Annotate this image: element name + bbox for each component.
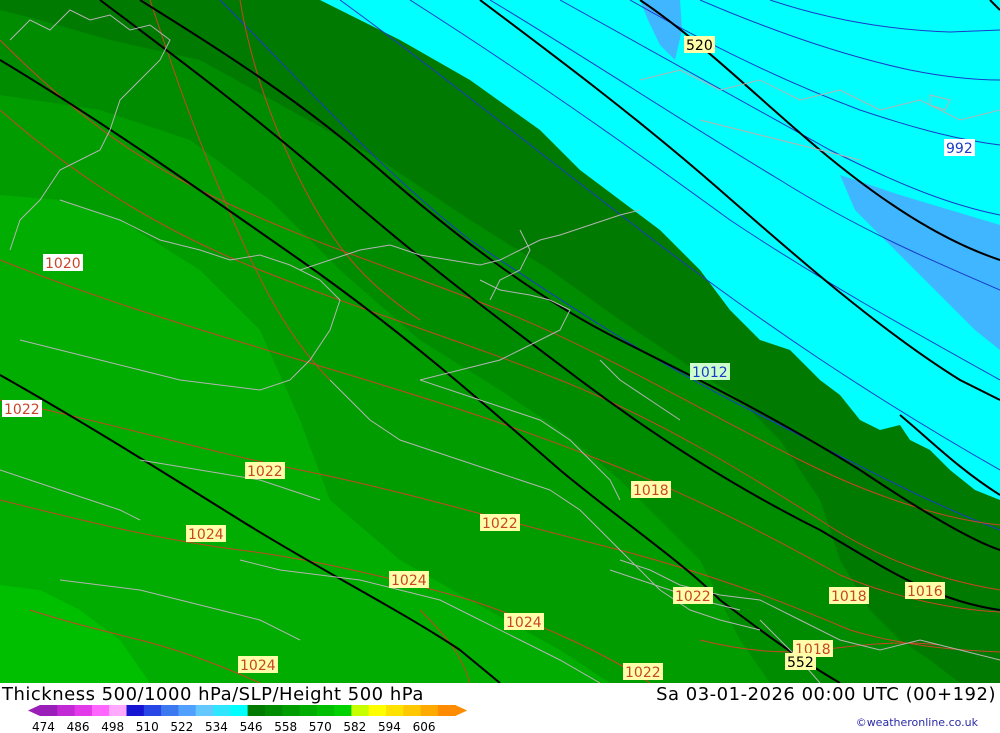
legend-swatch	[178, 705, 197, 716]
color-legend: 474 486 498 510 522 534 546 558 570 582 594 606	[28, 705, 468, 733]
legend-tick-label: 498	[101, 720, 124, 733]
isobar-label-text: 1024	[240, 658, 276, 674]
isobar-label-992: 992	[944, 139, 975, 157]
isobar-label-552: 552	[785, 653, 816, 671]
legend-swatch	[316, 705, 335, 716]
isobar-label-1012: 1012	[690, 363, 730, 381]
legend-swatch	[126, 705, 145, 716]
isobar-label-1024a: 1024	[186, 525, 226, 543]
legend-tick-label: 522	[170, 720, 193, 733]
legend-swatch	[282, 705, 300, 716]
isobar-label-1024b: 1024	[389, 571, 429, 589]
legend-tick-label: 570	[309, 720, 332, 733]
valid-time: Sa 03-01-2026 00:00 UTC (00+192)	[656, 684, 996, 705]
isobar-label-1020: 1020	[43, 254, 83, 272]
legend-swatch	[195, 705, 214, 716]
legend-arrow-right	[455, 705, 468, 716]
isobar-label-text: 1022	[482, 516, 518, 532]
isobar-label-text: 1022	[4, 402, 40, 418]
legend-tick-label: 534	[205, 720, 228, 733]
legend-swatch	[161, 705, 179, 716]
legend-swatch	[213, 705, 231, 716]
isobar-label-1018b: 1018	[829, 587, 869, 605]
isobar-label-text: 1022	[675, 589, 711, 605]
legend-swatch	[109, 705, 127, 716]
isobar-label-text: 1024	[391, 573, 427, 589]
isobar-label-text: 1016	[907, 584, 943, 600]
legend-swatch	[437, 705, 456, 716]
legend-tick-label: 558	[274, 720, 297, 733]
isobar-label-text: 552	[787, 655, 814, 671]
map-canvas: 520 992 1020 1022 1012 1022 1018 1024 1022 1024 10…	[0, 0, 1000, 683]
legend-swatch	[230, 705, 249, 716]
legend-swatch	[351, 705, 370, 716]
legend-swatch	[74, 705, 93, 716]
isobar-label-text: 1020	[45, 256, 81, 272]
legend-swatch	[40, 705, 58, 716]
legend-swatch	[420, 705, 439, 716]
legend-tick-label: 510	[136, 720, 159, 733]
isobar-label-1022b: 1022	[245, 462, 285, 480]
isobar-label-text: 520	[686, 38, 713, 54]
legend-swatch	[57, 705, 76, 716]
legend-swatch	[299, 705, 318, 716]
legend-swatch	[247, 705, 266, 716]
legend-swatch	[91, 705, 110, 716]
legend-swatch	[334, 705, 352, 716]
legend-tick-label: 546	[240, 720, 263, 733]
legend-tick-label: 594	[378, 720, 401, 733]
credit-link[interactable]: ©weatheronline.co.uk	[856, 716, 978, 729]
isobar-label-text: 1022	[625, 665, 661, 681]
isobar-label-1024d: 1024	[238, 656, 278, 674]
isobar-label-1022a: 1022	[2, 400, 42, 418]
legend-tick-label: 486	[67, 720, 90, 733]
legend-swatch	[403, 705, 422, 716]
map-title: Thickness 500/1000 hPa/SLP/Height 500 hP…	[2, 684, 424, 705]
isobar-label-1016: 1016	[905, 582, 945, 600]
legend-swatch	[264, 705, 283, 716]
isobar-label-text: 1024	[506, 615, 542, 631]
isobar-label-1022c: 1022	[480, 514, 520, 532]
legend-arrow-left	[28, 705, 40, 716]
map-footer: Thickness 500/1000 hPa/SLP/Height 500 hP…	[0, 683, 1000, 733]
legend-tick-label: 606	[413, 720, 436, 733]
isobar-label-text: 1018	[831, 589, 867, 605]
isobar-label-text: 1022	[247, 464, 283, 480]
legend-swatch	[386, 705, 404, 716]
isobar-label-text: 1018	[633, 483, 669, 499]
isobar-label-1022d: 1022	[673, 587, 713, 605]
isobar-label-text: 1024	[188, 527, 224, 543]
weather-map: 520 992 1020 1022 1012 1022 1018 1024 1022 1024 10…	[0, 0, 1000, 683]
isobar-label-1024c: 1024	[504, 613, 544, 631]
isobar-label-1022e: 1022	[623, 663, 663, 681]
legend-swatch	[143, 705, 162, 716]
isobar-label-1018a: 1018	[631, 481, 671, 499]
isobar-label-520: 520	[684, 36, 715, 54]
isobar-label-text: 1012	[692, 365, 728, 381]
legend-tick-label: 582	[343, 720, 366, 733]
legend-tick-label: 474	[32, 720, 55, 733]
isobar-label-text: 992	[946, 141, 973, 157]
legend-swatch	[368, 705, 387, 716]
